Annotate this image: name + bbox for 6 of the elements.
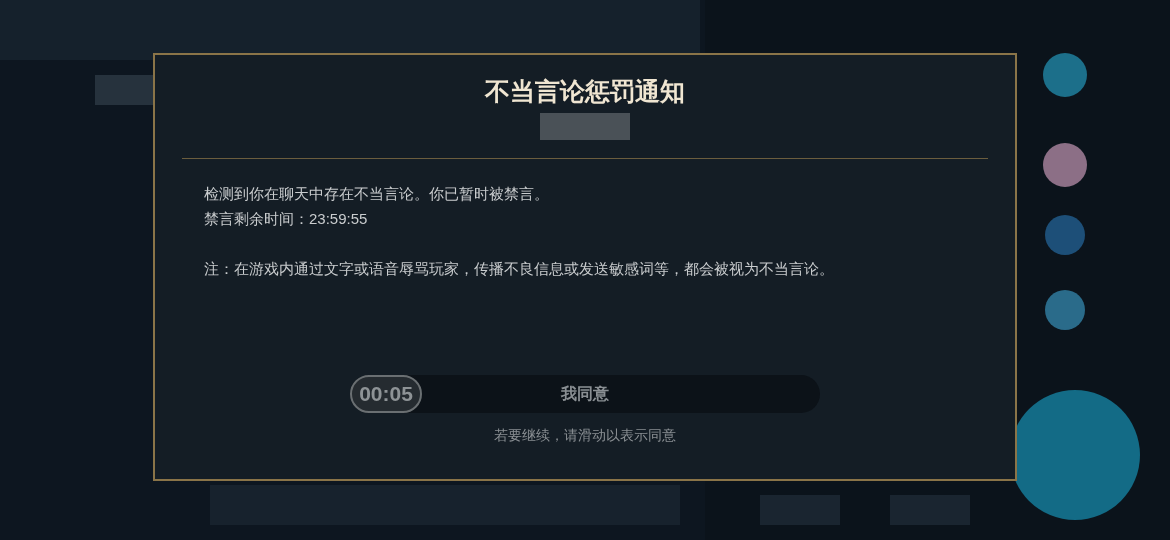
message-line: 检测到你在聊天中存在不当言论。你已暂时被禁言。: [204, 183, 550, 204]
dialog-title: 不当言论惩罚通知: [485, 76, 685, 108]
agree-label: 我同意: [561, 384, 609, 404]
note-text: 注：在游戏内通过文字或语音辱骂玩家，传播不良信息或发送敏感词等，都会被视为不当言论。: [204, 258, 835, 279]
message-line: 禁言剩余时间：23:59:55: [204, 208, 369, 229]
hint-text: 若要继续，请滑动以表示同意: [494, 426, 676, 445]
